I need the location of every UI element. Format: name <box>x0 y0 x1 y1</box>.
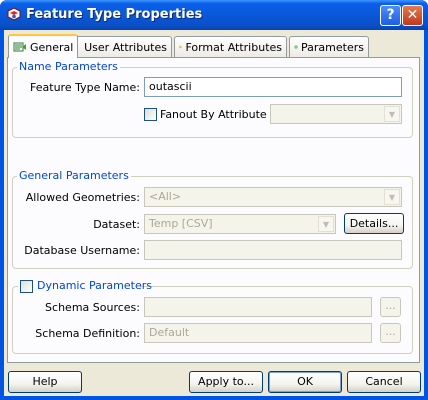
group-title: Name Parameters <box>17 60 120 73</box>
apply-to-button[interactable]: Apply to... <box>189 371 263 393</box>
chevron-down-icon: ▼ <box>318 216 334 232</box>
dataset-label: Dataset: <box>93 218 140 231</box>
window-title: Feature Type Properties <box>26 7 203 22</box>
database-username-input[interactable] <box>144 240 402 260</box>
details-button[interactable]: Details... <box>344 213 404 234</box>
general-tab-panel: Name Parameters Feature Type Name: outas… <box>7 57 420 363</box>
dataset-select[interactable]: Temp [CSV] ▼ <box>144 214 336 234</box>
chevron-down-icon: ▼ <box>384 106 400 122</box>
ok-button[interactable]: OK <box>268 371 342 393</box>
help-button[interactable]: Help <box>8 371 82 393</box>
fanout-attribute-select[interactable]: ▼ <box>270 104 402 124</box>
schema-sources-label: Schema Sources: <box>45 301 140 314</box>
tab-label: Format Attributes <box>185 40 282 54</box>
title-bar[interactable]: Feature Type Properties ? ✕ <box>0 0 428 30</box>
tab-parameters[interactable]: Parameters <box>289 36 369 57</box>
tab-format-attributes[interactable]: Format Attributes <box>174 36 287 57</box>
fanout-checkbox[interactable] <box>144 108 157 121</box>
schema-definition-browse-button[interactable]: ... <box>380 323 401 343</box>
schema-definition-label: Schema Definition: <box>35 327 140 340</box>
tab-label: Parameters <box>301 40 364 54</box>
group-title: General Parameters <box>17 169 131 182</box>
database-username-label: Database Username: <box>24 244 140 257</box>
tab-user-attributes[interactable]: User Attributes <box>76 36 172 57</box>
cancel-button[interactable]: Cancel <box>347 371 421 393</box>
feature-type-name-label: Feature Type Name: <box>30 81 140 94</box>
help-title-button[interactable]: ? <box>380 5 401 26</box>
dynamic-parameters-checkbox[interactable] <box>20 280 33 293</box>
tab-label: User Attributes <box>84 40 167 54</box>
gear-icon <box>294 45 298 49</box>
tab-general[interactable]: General <box>8 34 79 58</box>
schema-definition-input[interactable]: Default <box>144 323 372 343</box>
schema-sources-input[interactable] <box>144 297 372 317</box>
dialog-client-area: General User Attributes Format Attribute… <box>4 30 424 396</box>
schema-sources-browse-button[interactable]: ... <box>380 297 401 317</box>
general-tab-icon <box>13 42 26 52</box>
feature-type-name-input[interactable]: outascii <box>144 77 402 97</box>
group-title: Dynamic Parameters <box>37 279 152 292</box>
allowed-geometries-label: Allowed Geometries: <box>25 191 140 204</box>
fme-app-icon <box>7 7 21 21</box>
chevron-down-icon: ▼ <box>384 189 400 205</box>
allowed-geometries-select[interactable]: <All> ▼ <box>144 187 402 207</box>
arrow-diamond-icon <box>179 45 182 49</box>
close-title-button[interactable]: ✕ <box>402 5 423 26</box>
fanout-label: Fanout By Attribute <box>160 108 267 121</box>
dynamic-parameters-header: Dynamic Parameters <box>18 279 152 293</box>
tab-label: General <box>30 40 74 54</box>
dialog-window: Feature Type Properties ? ✕ General User… <box>0 0 428 400</box>
